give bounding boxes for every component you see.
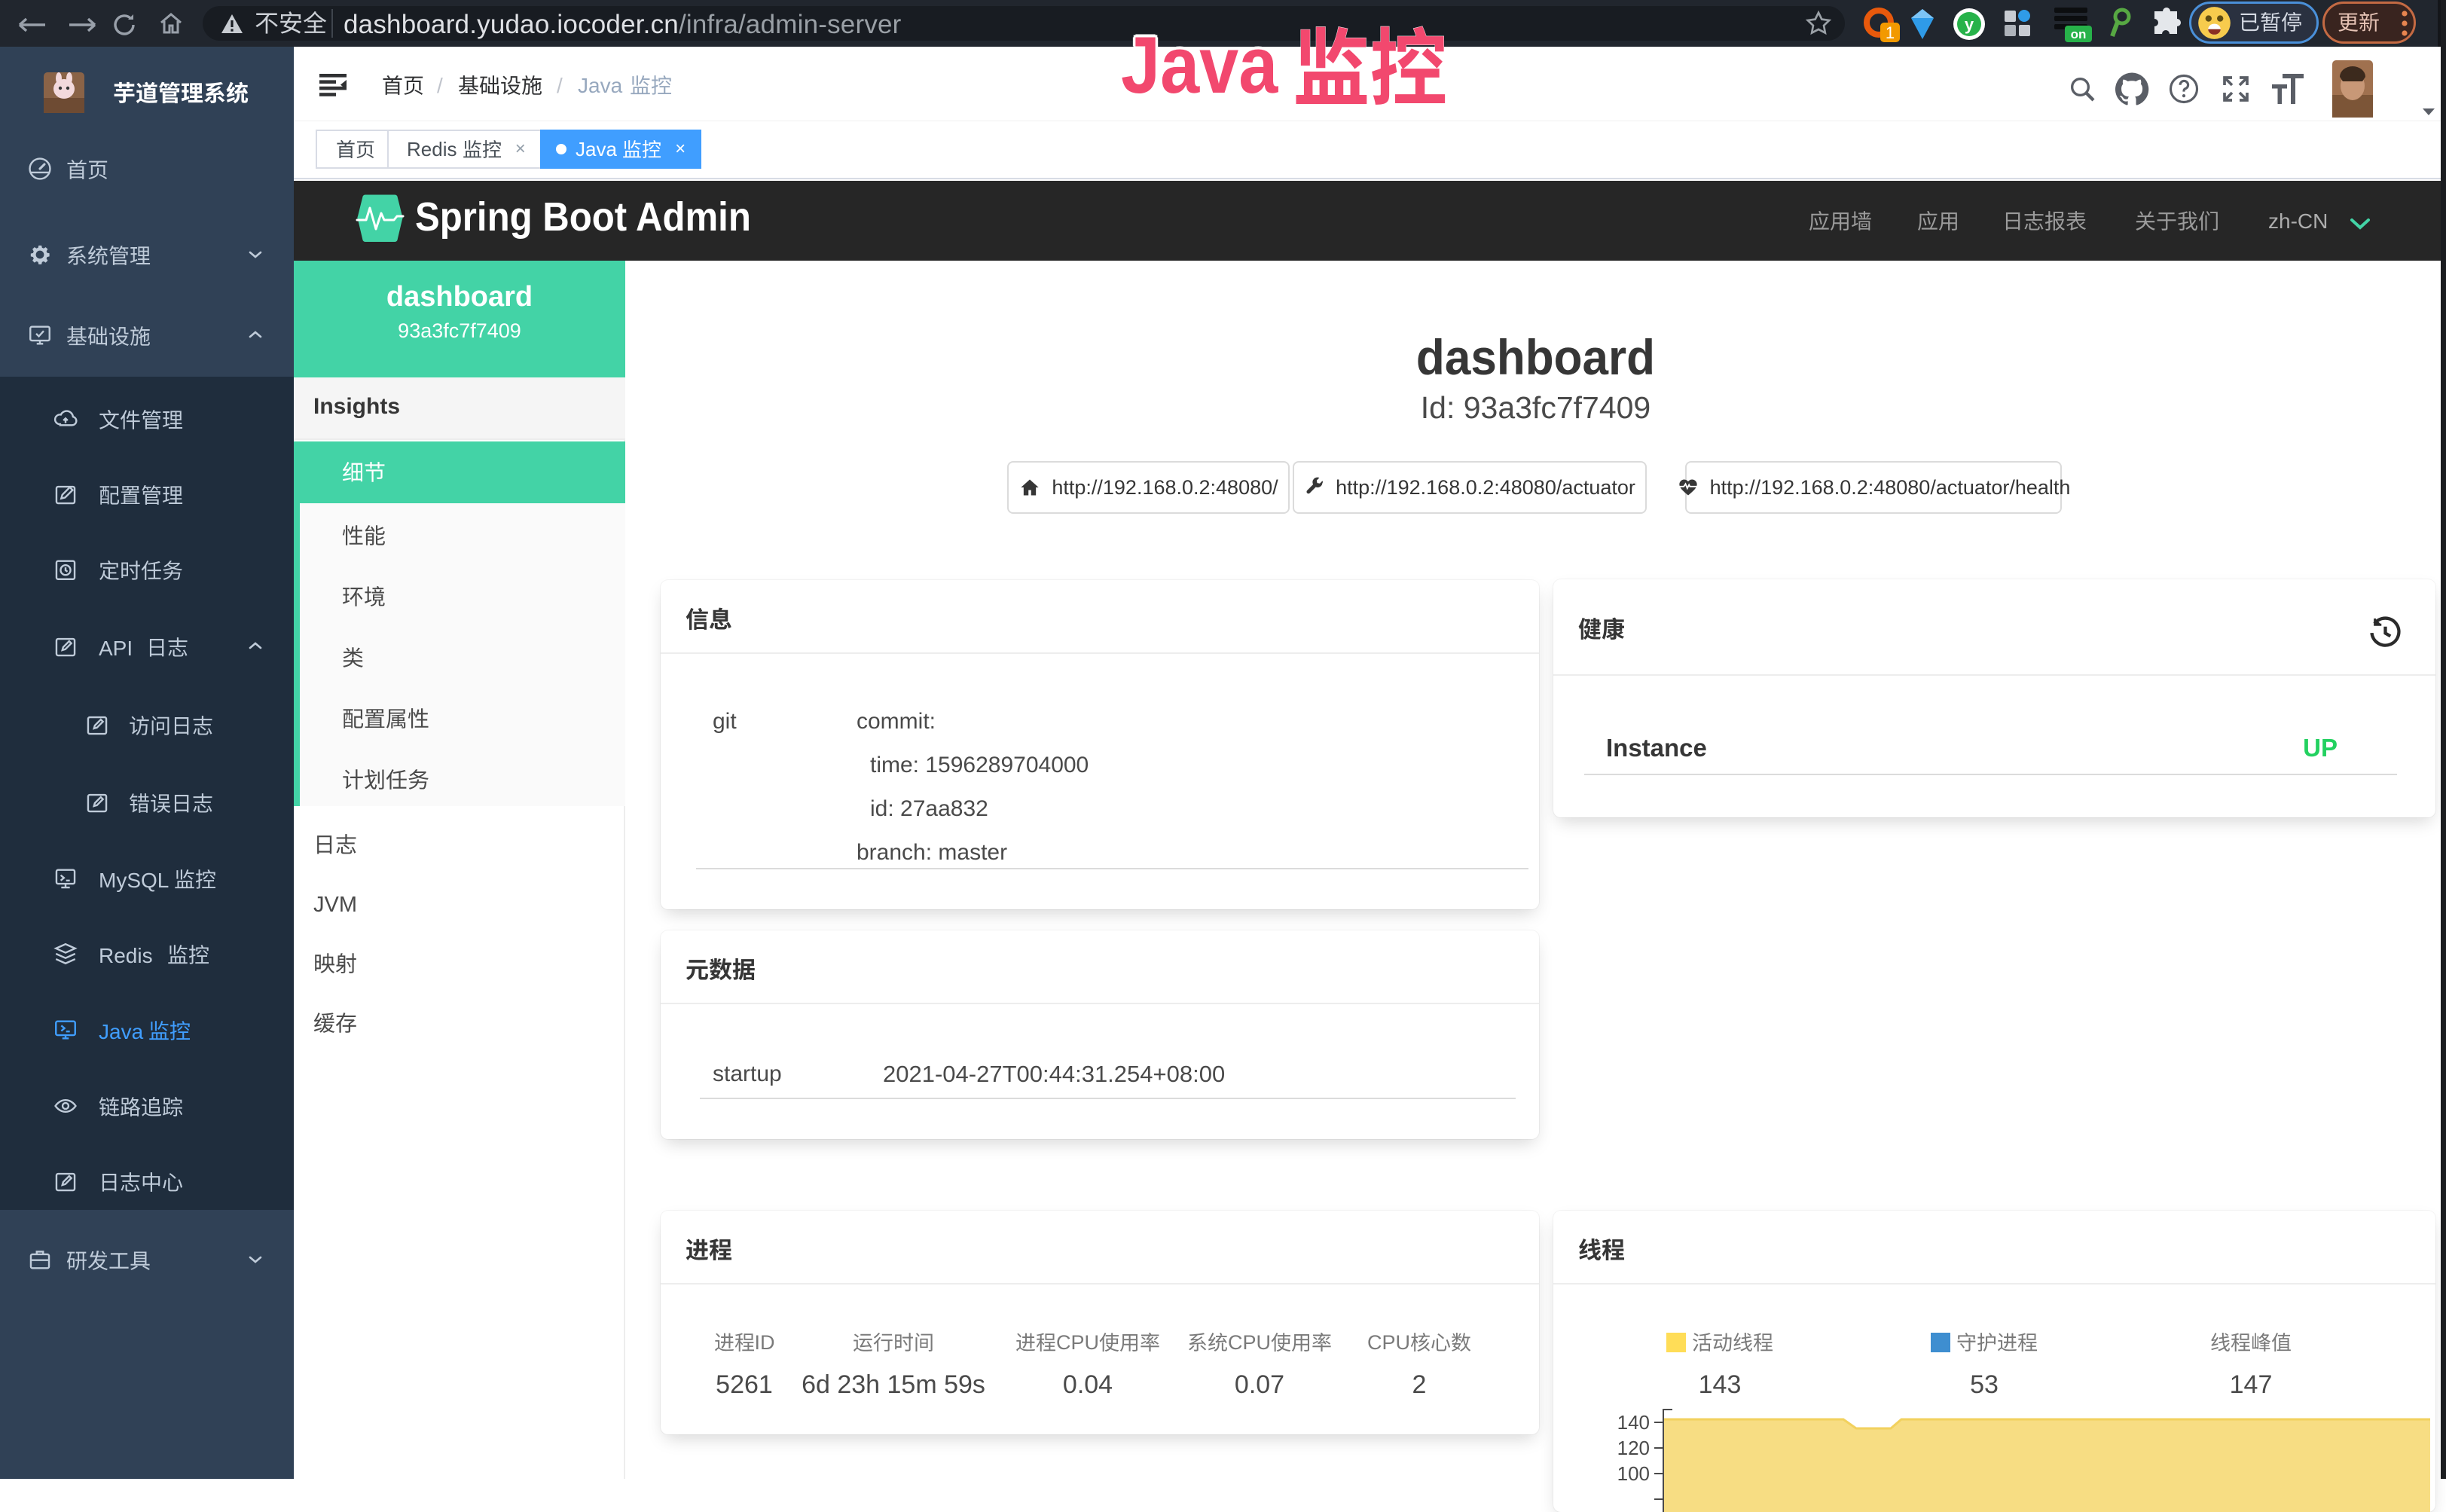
svg-text:1: 1	[1886, 23, 1895, 42]
svg-text:on: on	[2071, 27, 2087, 41]
svg-text:140: 140	[1617, 1411, 1650, 1434]
svg-text:y: y	[1965, 15, 1974, 34]
svg-text:100: 100	[1617, 1462, 1650, 1485]
svg-text:120: 120	[1617, 1437, 1650, 1459]
